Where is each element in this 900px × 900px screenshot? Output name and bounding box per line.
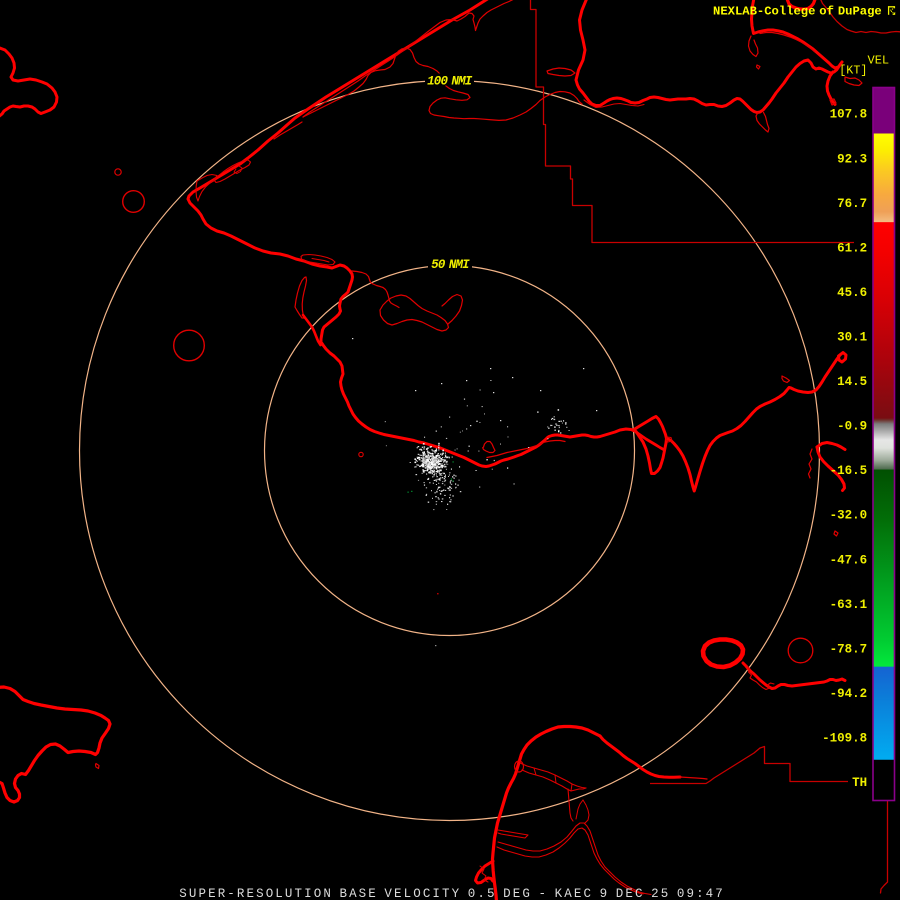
svg-text:-32.0: -32.0 — [830, 509, 868, 523]
svg-text:100 NMI: 100 NMI — [427, 74, 473, 88]
svg-text:45.6: 45.6 — [837, 286, 867, 300]
svg-text:TH: TH — [852, 776, 867, 790]
svg-text:-16.5: -16.5 — [830, 464, 868, 478]
svg-text:-109.8: -109.8 — [822, 732, 867, 746]
svg-text:30.1: 30.1 — [837, 331, 867, 345]
svg-text:SUPER-RESOLUTION BASE VELOCITY: SUPER-RESOLUTION BASE VELOCITY 0.5 DEG -… — [179, 887, 725, 900]
svg-text:-0.9: -0.9 — [837, 420, 867, 434]
svg-text:-47.6: -47.6 — [830, 553, 868, 567]
svg-text:76.7: 76.7 — [837, 197, 867, 211]
svg-text:NEXLAB-College of DuPage: NEXLAB-College of DuPage — [713, 5, 882, 19]
svg-text:[KT]: [KT] — [839, 64, 867, 78]
svg-text:14.5: 14.5 — [837, 375, 867, 389]
svg-text:-94.2: -94.2 — [830, 687, 868, 701]
svg-text:61.2: 61.2 — [837, 241, 867, 255]
svg-text:107.8: 107.8 — [830, 108, 868, 122]
svg-text:VEL: VEL — [868, 53, 890, 67]
svg-text:-63.1: -63.1 — [830, 598, 868, 612]
svg-text:50 NMI: 50 NMI — [431, 258, 470, 272]
svg-text:-78.7: -78.7 — [830, 642, 868, 656]
svg-text:92.3: 92.3 — [837, 152, 867, 166]
